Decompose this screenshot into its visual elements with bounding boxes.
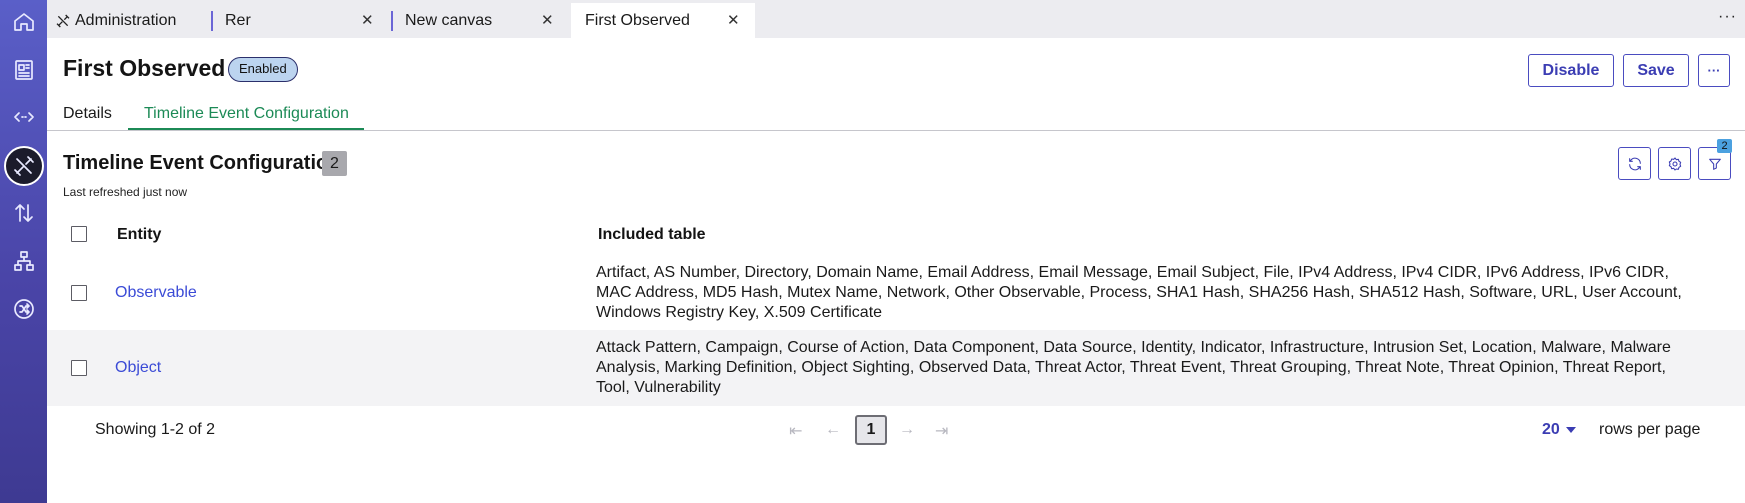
save-button[interactable]: Save: [1623, 54, 1689, 87]
tab-first-observed[interactable]: First Observed ✕: [571, 3, 755, 38]
column-header-entity[interactable]: Entity: [117, 226, 161, 244]
table-row[interactable]: Object Attack Pattern, Campaign, Course …: [47, 330, 1745, 406]
filter-icon: [1708, 158, 1721, 170]
active-tab-indicator: [128, 128, 364, 130]
tab-timeline-event-configuration[interactable]: Timeline Event Configuration: [144, 105, 349, 123]
tab-new-canvas[interactable]: New canvas ✕: [391, 3, 554, 38]
close-icon[interactable]: ✕: [727, 11, 740, 29]
next-page-icon[interactable]: →: [899, 421, 915, 439]
tab-rer[interactable]: Rer ✕: [211, 3, 374, 38]
settings-button[interactable]: [1658, 147, 1691, 180]
close-icon[interactable]: ✕: [361, 11, 374, 29]
close-icon[interactable]: ✕: [541, 11, 554, 29]
tab-label: New canvas: [405, 11, 493, 29]
entity-link[interactable]: Observable: [115, 284, 197, 302]
rows-per-page-select[interactable]: 20: [1542, 421, 1560, 439]
tab-administration[interactable]: Administration: [55, 3, 195, 38]
more-actions-button[interactable]: ···: [1698, 54, 1730, 87]
table-row[interactable]: Observable Artifact, AS Number, Director…: [47, 256, 1745, 330]
last-page-icon[interactable]: ⇥: [935, 421, 948, 441]
left-nav-rail: [0, 0, 47, 503]
app-root: Administration Rer ✕ New canvas ✕ First …: [0, 0, 1745, 503]
tab-label: First Observed: [585, 11, 690, 29]
gear-icon: [1668, 156, 1681, 171]
administration-active-indicator: [3, 146, 44, 186]
detail-tabs: Details Timeline Event Configuration: [47, 98, 1745, 131]
included-table-cell: Artifact, AS Number, Directory, Domain N…: [596, 264, 1682, 321]
row-checkbox[interactable]: [71, 285, 87, 301]
chevron-down-icon[interactable]: [1566, 427, 1576, 433]
transfer-icon[interactable]: [0, 193, 47, 233]
filter-count-badge: 2: [1717, 139, 1732, 153]
pagination-summary: Showing 1-2 of 2: [95, 421, 216, 438]
tab-label: Rer: [225, 11, 251, 29]
entity-link[interactable]: Object: [115, 359, 161, 377]
first-page-icon[interactable]: ⇤: [789, 421, 802, 441]
tab-separator: [391, 11, 393, 31]
status-badge: Enabled: [228, 57, 298, 82]
last-refreshed-text: Last refreshed just now: [63, 185, 188, 199]
tools-icon: [56, 14, 70, 27]
row-checkbox[interactable]: [71, 360, 87, 376]
shuffle-icon[interactable]: [0, 289, 47, 329]
section-title: Timeline Event Configuration: [63, 152, 341, 174]
dashboard-icon[interactable]: [0, 50, 47, 90]
select-all-checkbox[interactable]: [71, 226, 87, 242]
refresh-icon: [1628, 157, 1641, 170]
code-icon[interactable]: [0, 97, 47, 137]
workspace-tab-bar: Administration Rer ✕ New canvas ✕ First …: [47, 0, 1745, 38]
tab-details[interactable]: Details: [63, 105, 112, 123]
page-number-button[interactable]: 1: [855, 415, 887, 445]
hierarchy-icon[interactable]: [0, 241, 47, 281]
rows-per-page-label: rows per page: [1599, 421, 1701, 438]
column-header-included-table[interactable]: Included table: [598, 226, 706, 244]
home-icon[interactable]: [0, 2, 47, 42]
tab-separator: [211, 11, 213, 31]
tabs-overflow-menu[interactable]: ···: [1718, 8, 1737, 26]
included-table-cell: Attack Pattern, Campaign, Course of Acti…: [596, 339, 1671, 396]
refresh-button[interactable]: [1618, 147, 1651, 180]
administration-icon[interactable]: [0, 146, 47, 186]
disable-button[interactable]: Disable: [1528, 54, 1614, 87]
tab-label: Administration: [75, 11, 177, 29]
page-title: First Observed: [63, 55, 226, 81]
previous-page-icon[interactable]: ←: [825, 421, 841, 439]
result-count-badge: 2: [322, 151, 347, 176]
